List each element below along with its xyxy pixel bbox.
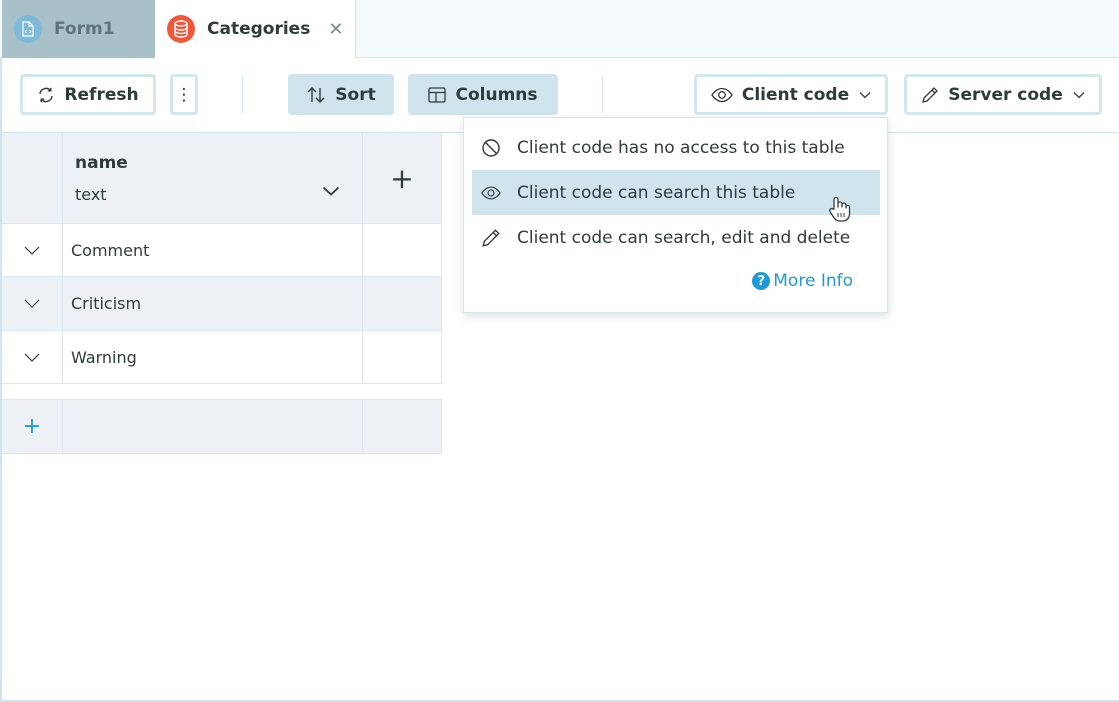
database-icon [167, 15, 195, 43]
tab-label: Form1 [54, 19, 115, 39]
add-column-button[interactable]: + [363, 133, 442, 224]
menu-item-search[interactable]: Client code can search this table [472, 170, 880, 215]
row-name-cell[interactable]: Comment [63, 224, 363, 277]
column-type: text [75, 184, 107, 204]
add-row[interactable]: + [2, 399, 442, 454]
refresh-label: Refresh [64, 84, 139, 105]
column-type-chevron-icon[interactable] [322, 186, 340, 196]
close-tab-icon[interactable]: ✕ [328, 19, 343, 40]
app-window: Form1 Categories ✕ Refresh ⋮ Sort Column… [0, 0, 1119, 702]
chevron-down-icon [1073, 91, 1085, 98]
client-code-button[interactable]: Client code [694, 74, 888, 115]
expand-row-button[interactable] [2, 331, 63, 384]
more-vertical-icon: ⋮ [175, 84, 193, 105]
more-info-label: More Info [773, 271, 853, 291]
row-empty-cell [363, 277, 442, 331]
table-row[interactable]: Criticism [2, 277, 442, 331]
more-options-button[interactable]: ⋮ [170, 74, 198, 115]
pencil-icon [482, 228, 500, 247]
refresh-icon [39, 87, 54, 102]
row-empty-cell [363, 224, 442, 277]
tab-categories[interactable]: Categories ✕ [155, 0, 356, 58]
menu-item-label: Client code can search this table [517, 182, 796, 203]
expand-row-button[interactable] [2, 277, 63, 331]
add-row-cell[interactable] [63, 400, 363, 454]
plus-icon: + [22, 414, 42, 439]
columns-label: Columns [455, 84, 538, 105]
chevron-down-icon [24, 353, 40, 362]
help-icon: ? [752, 272, 771, 290]
menu-item-label: Client code can search, edit and delete [517, 227, 851, 248]
menu-item-edit-delete[interactable]: Client code can search, edit and delete [472, 215, 880, 260]
eye-icon [711, 87, 733, 102]
table-row[interactable]: Warning [2, 331, 442, 384]
table-header: name text + [2, 133, 442, 224]
sort-button[interactable]: Sort [288, 74, 394, 115]
add-row-button[interactable]: + [2, 400, 63, 454]
column-name: name [75, 152, 128, 173]
server-code-button[interactable]: Server code [904, 74, 1102, 115]
menu-item-no-access[interactable]: Client code has no access to this table [472, 125, 880, 170]
columns-button[interactable]: Columns [408, 74, 558, 115]
tab-form1[interactable]: Form1 [2, 0, 155, 58]
no-access-icon [482, 138, 500, 157]
row-empty-cell [363, 331, 442, 384]
chevron-down-icon [24, 299, 40, 308]
add-row-cell[interactable] [363, 400, 442, 454]
hand-cursor-icon [829, 196, 851, 222]
table-row[interactable]: Comment [2, 224, 442, 277]
form-file-icon [14, 15, 42, 43]
menu-item-label: Client code has no access to this table [517, 137, 845, 158]
toolbar-divider [242, 76, 243, 113]
sort-icon [307, 86, 325, 103]
column-header-name[interactable]: name text [63, 133, 363, 224]
header-spacer [2, 133, 63, 224]
sort-label: Sort [335, 84, 376, 105]
row-name-cell[interactable]: Warning [63, 331, 363, 384]
plus-icon: + [390, 161, 414, 195]
more-info-link[interactable]: ? More Info [752, 271, 853, 291]
expand-row-button[interactable] [2, 224, 63, 277]
tab-bar: Form1 Categories ✕ [0, 0, 1119, 58]
tab-label: Categories [207, 19, 311, 39]
server-code-label: Server code [948, 84, 1063, 105]
toolbar-divider [602, 76, 603, 113]
columns-icon [428, 86, 447, 103]
chevron-down-icon [859, 91, 871, 98]
client-code-label: Client code [741, 84, 850, 105]
pencil-icon [922, 86, 939, 103]
row-name-cell[interactable]: Criticism [63, 277, 363, 331]
refresh-button[interactable]: Refresh [20, 74, 156, 115]
chevron-down-icon [24, 246, 40, 255]
client-code-menu: Client code has no access to this table … [463, 117, 888, 313]
eye-icon [481, 185, 501, 200]
